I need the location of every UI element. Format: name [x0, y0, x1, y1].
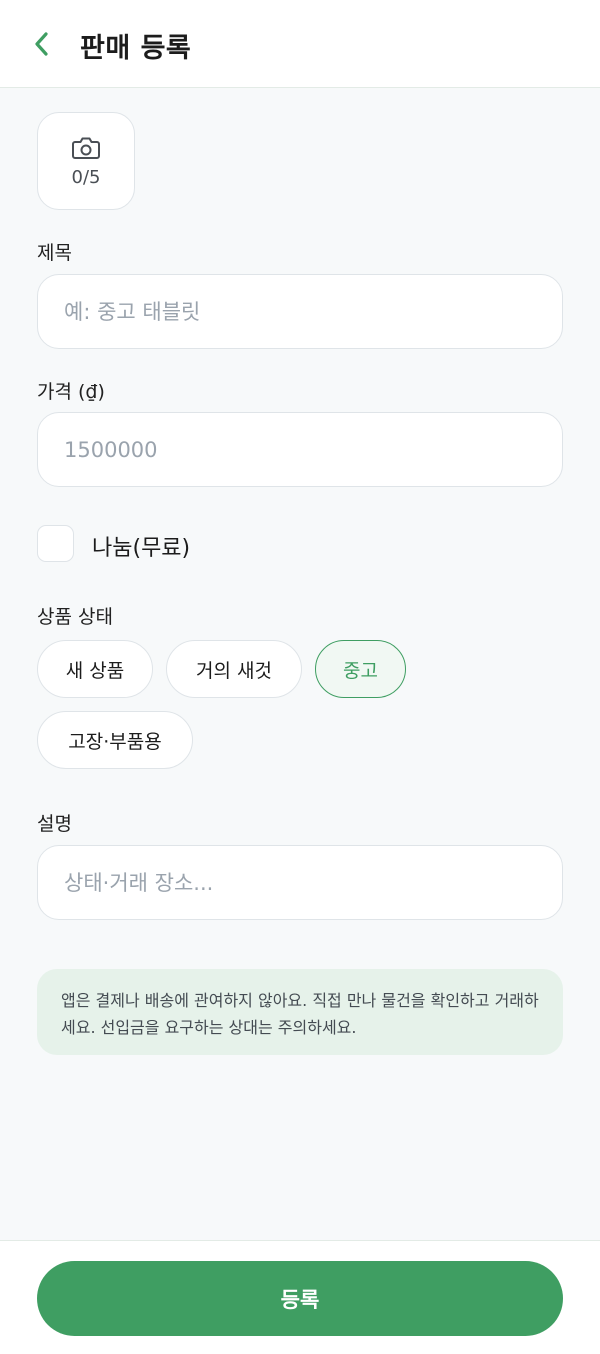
- title-label: 제목: [37, 242, 72, 264]
- safety-notice: 앱은 결제나 배송에 관여하지 않아요. 직접 만나 물건을 확인하고 거래하세…: [37, 969, 563, 1055]
- title-input[interactable]: [64, 299, 562, 324]
- condition-chip-like-new[interactable]: 거의 새것: [166, 640, 302, 698]
- back-button[interactable]: [22, 24, 62, 64]
- submit-button[interactable]: 등록: [37, 1261, 563, 1336]
- price-input[interactable]: [64, 437, 562, 462]
- camera-icon: [72, 137, 100, 159]
- condition-label: 상품 상태: [37, 606, 113, 628]
- photo-count: 0/5: [71, 166, 101, 188]
- description-input[interactable]: [64, 870, 562, 895]
- chevron-left-icon: [35, 32, 48, 56]
- free-checkbox-label: 나눔(무료): [92, 536, 191, 561]
- app-header: 판매 등록: [0, 0, 600, 88]
- page-title: 판매 등록: [80, 33, 192, 64]
- free-checkbox[interactable]: [37, 525, 74, 562]
- description-label: 설명: [37, 813, 72, 835]
- add-photo-button[interactable]: 0/5: [37, 112, 135, 210]
- condition-chip-broken[interactable]: 고장·부품용: [37, 711, 193, 769]
- title-field[interactable]: [37, 274, 563, 349]
- condition-chip-used[interactable]: 중고: [315, 640, 406, 698]
- description-field[interactable]: [37, 845, 563, 920]
- price-label: 가격 (₫): [37, 381, 105, 403]
- footer-bar: 등록: [0, 1240, 600, 1354]
- condition-chip-new[interactable]: 새 상품: [37, 640, 153, 698]
- price-field[interactable]: [37, 412, 563, 487]
